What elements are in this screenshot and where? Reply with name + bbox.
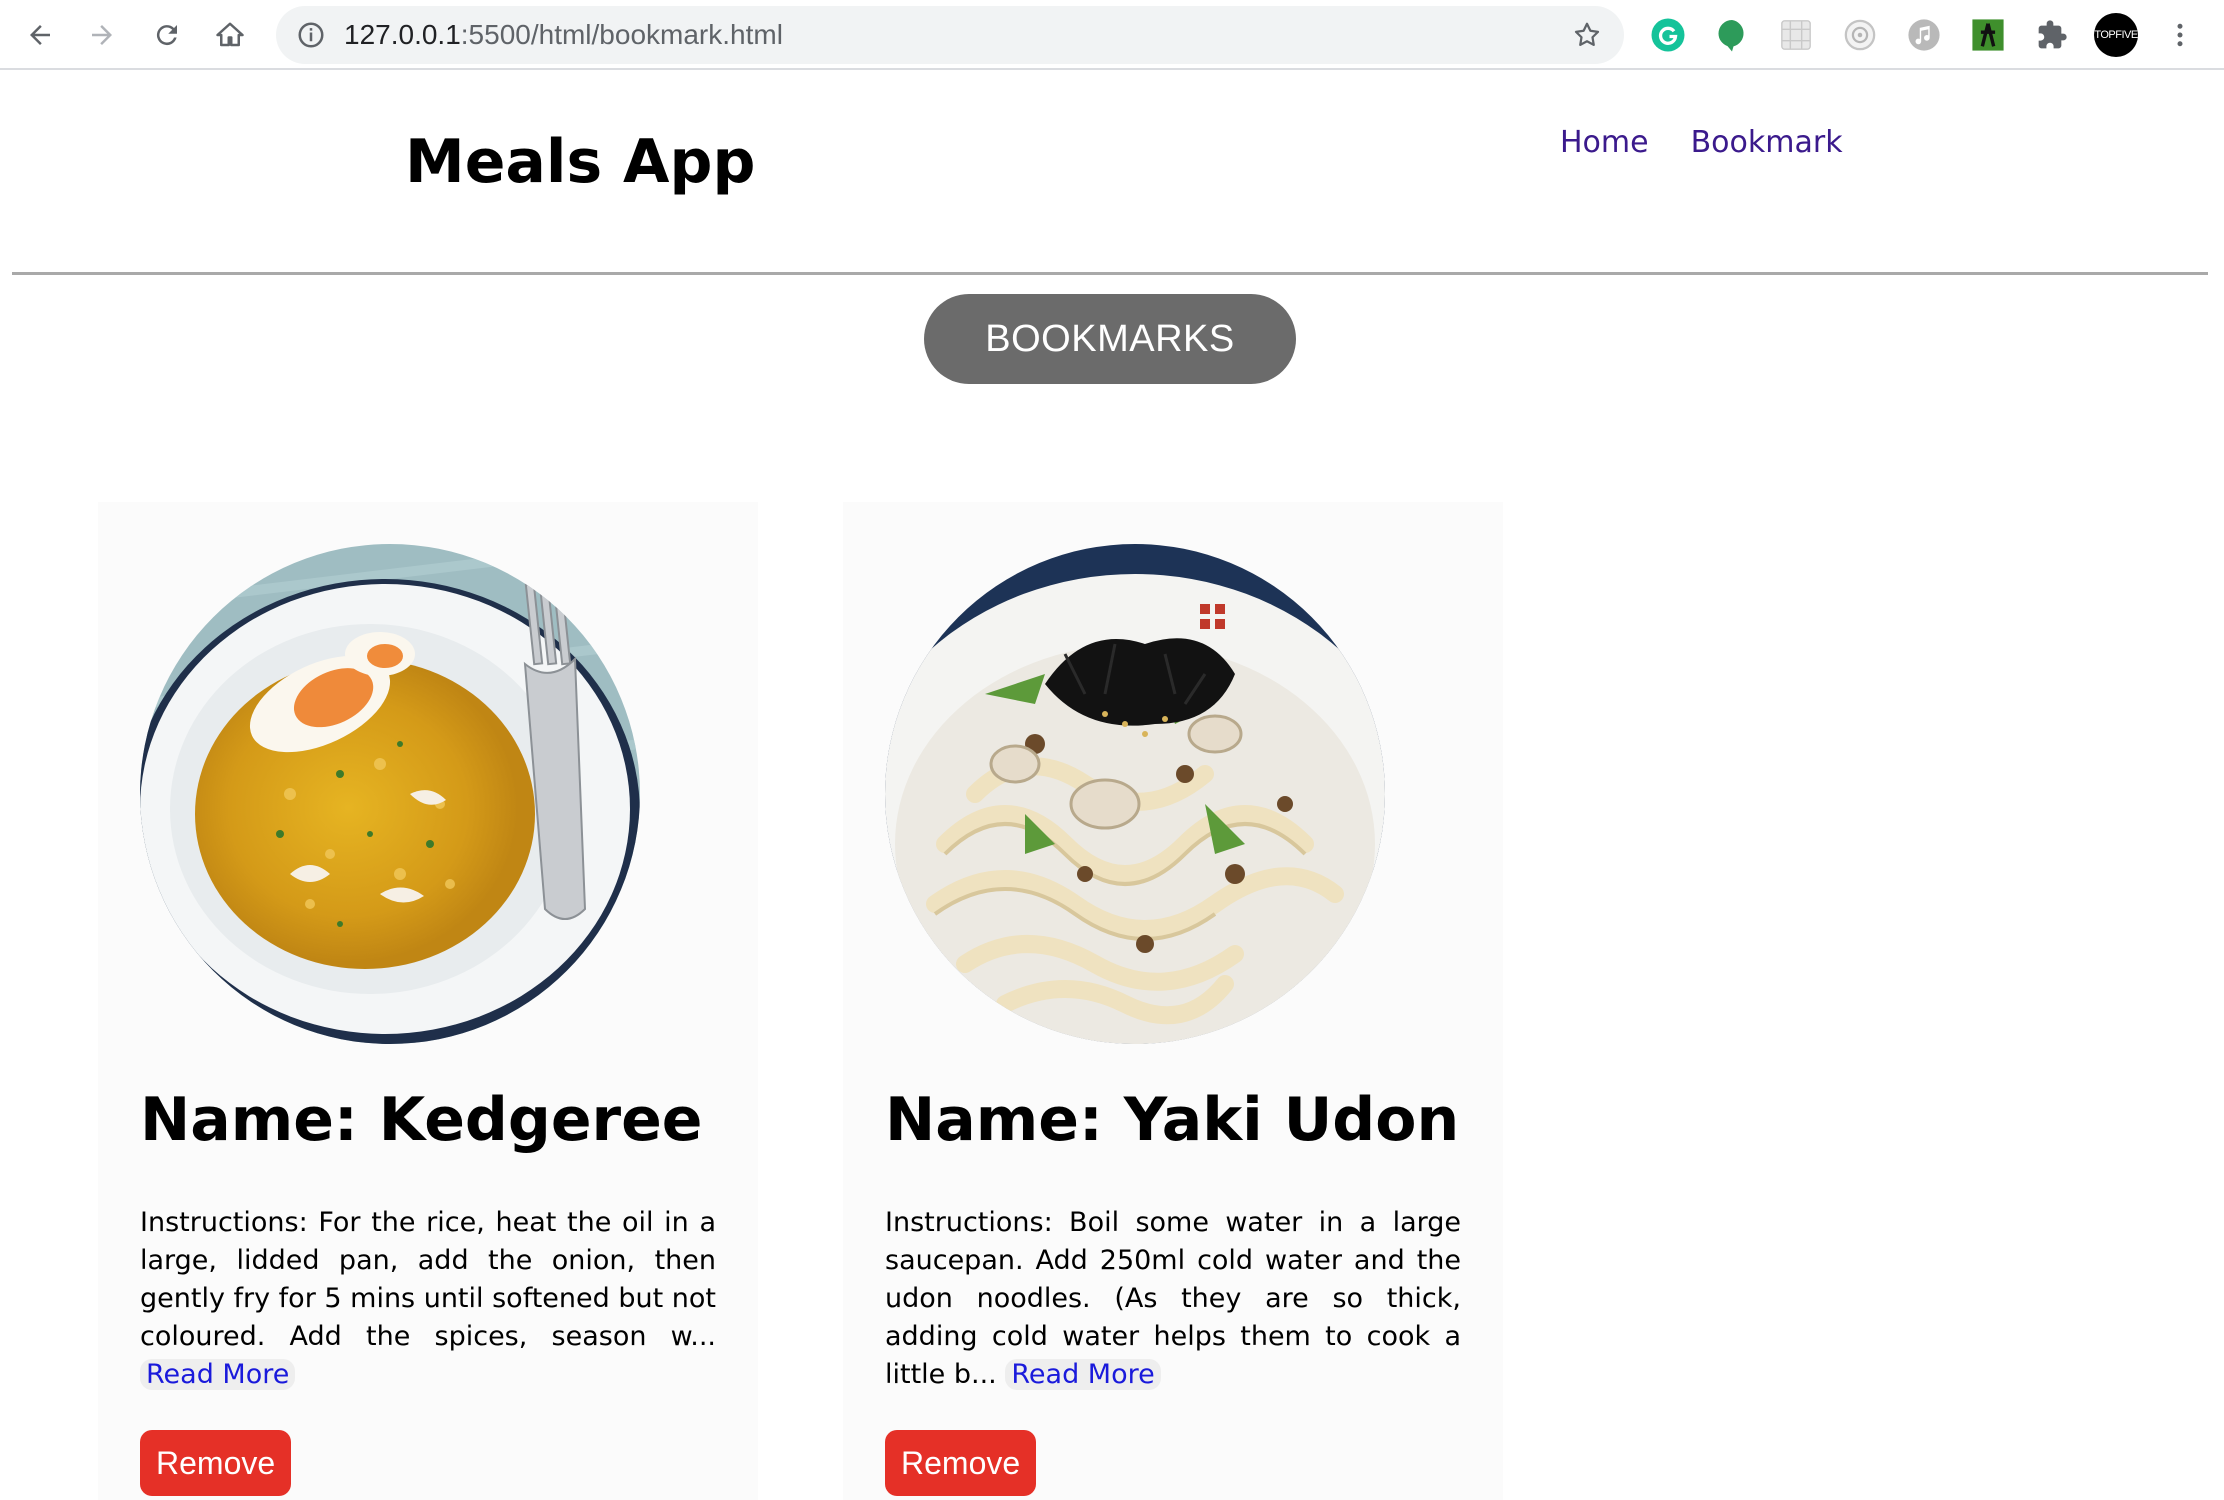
meal-instructions-text: Instructions: Boil some water in a large… (885, 1207, 1461, 1390)
url-text: 127.0.0.1:5500/html/bookmark.html (344, 6, 783, 64)
figure-extension-icon[interactable] (1968, 15, 2008, 55)
meal-card: Name: Yaki Udon Instructions: Boil some … (843, 502, 1503, 1500)
profile-label: TOPFIVE (2094, 29, 2138, 41)
music-extension-icon[interactable] (1904, 15, 1944, 55)
meal-name: Name: Yaki Udon (885, 1085, 1460, 1155)
home-icon[interactable] (208, 13, 252, 57)
nav-bookmark-link[interactable]: Bookmark (1691, 128, 1843, 158)
nav-home-link[interactable]: Home (1560, 128, 1649, 158)
url-host: 127.0.0.1 (344, 19, 461, 50)
header-divider (12, 272, 2208, 275)
target-extension-icon[interactable] (1840, 15, 1880, 55)
remove-button[interactable]: Remove (885, 1430, 1037, 1496)
green-bubble-extension-icon[interactable] (1712, 15, 1752, 55)
forward-icon[interactable] (80, 13, 124, 57)
read-more-link[interactable]: Read More (1005, 1359, 1161, 1390)
profile-avatar[interactable]: TOPFIVE (2094, 13, 2138, 57)
grid-extension-icon[interactable] (1776, 15, 1816, 55)
extensions-puzzle-icon[interactable] (2032, 15, 2072, 55)
bookmark-star-icon[interactable] (1572, 20, 1602, 50)
main-nav: Home Bookmark (1560, 128, 1843, 158)
meal-instructions: Instructions: For the rice, heat the oil… (140, 1204, 716, 1394)
meal-name: Name: Kedgeree (140, 1085, 703, 1155)
kebab-menu-icon[interactable] (2160, 15, 2200, 55)
meal-card: Name: Kedgeree Instructions: For the ric… (98, 502, 758, 1500)
site-title: Meals App (405, 127, 756, 197)
remove-button[interactable]: Remove (140, 1430, 292, 1496)
url-path: :5500/html/bookmark.html (460, 19, 783, 50)
address-bar[interactable]: 127.0.0.1:5500/html/bookmark.html (276, 6, 1624, 64)
bookmarks-heading-badge: BOOKMARKS (924, 294, 1296, 384)
reload-icon[interactable] (145, 13, 189, 57)
meal-instructions: Instructions: Boil some water in a large… (885, 1204, 1461, 1394)
site-info-icon[interactable] (296, 20, 326, 50)
read-more-link[interactable]: Read More (140, 1359, 296, 1390)
browser-toolbar: 127.0.0.1:5500/html/bookmark.html TOPFIV… (0, 0, 2224, 70)
meal-image-yaki-udon (885, 544, 1385, 1044)
back-icon[interactable] (18, 13, 62, 57)
meal-image-kedgeree (140, 544, 640, 1044)
meal-instructions-text: Instructions: For the rice, heat the oil… (140, 1207, 717, 1352)
grammarly-extension-icon[interactable] (1648, 15, 1688, 55)
